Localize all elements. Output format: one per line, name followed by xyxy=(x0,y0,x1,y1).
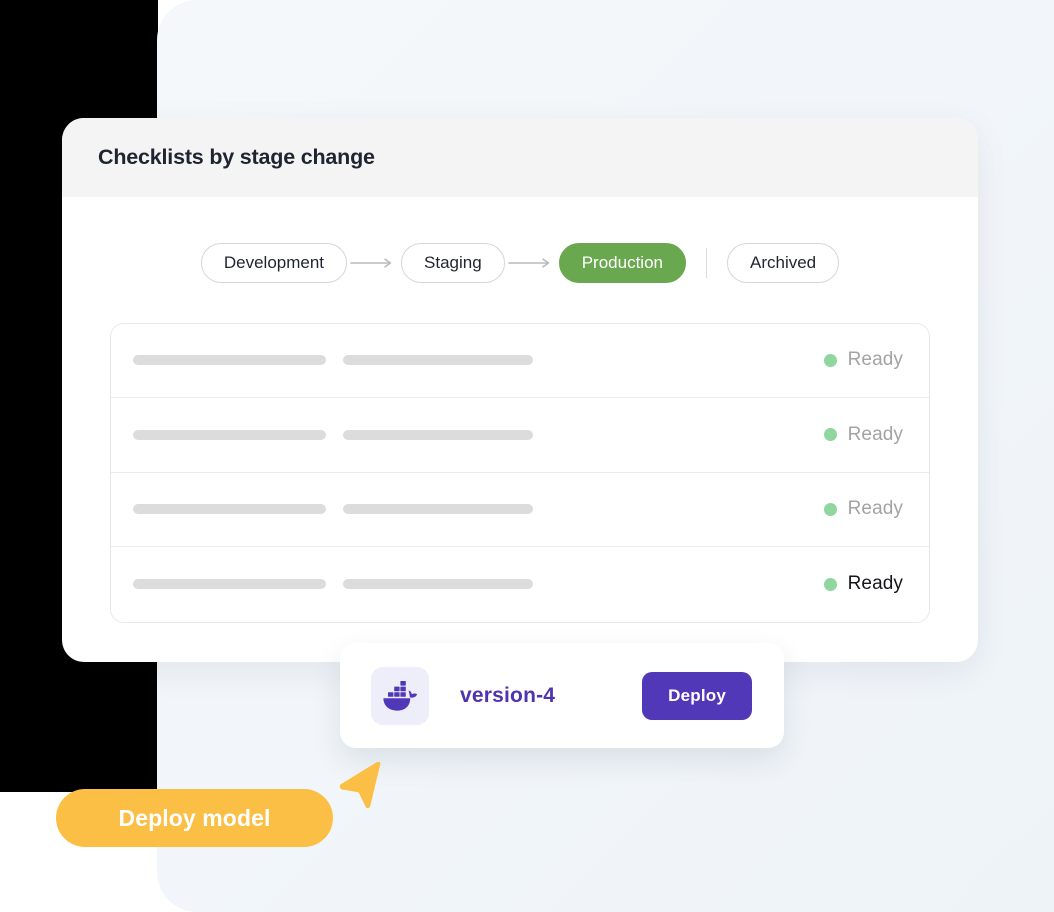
status-badge: Ready xyxy=(823,573,903,595)
status-dot-icon xyxy=(823,577,837,591)
status-badge: Ready xyxy=(823,423,903,446)
arrow-right-icon xyxy=(507,258,550,268)
arrow-right-icon xyxy=(350,258,392,268)
skeleton-bar xyxy=(343,355,533,366)
status-dot-icon xyxy=(823,428,837,442)
deploy-model-callout[interactable]: Deploy model xyxy=(56,789,333,847)
skeleton-bar xyxy=(343,579,533,590)
table-row[interactable]: Ready xyxy=(111,547,929,622)
row-placeholder-content xyxy=(133,429,824,440)
deploy-card: version-4 Deploy xyxy=(340,643,784,748)
row-placeholder-content xyxy=(133,355,824,366)
status-label: Ready xyxy=(847,423,903,445)
stage-pill-staging[interactable]: Staging xyxy=(401,243,505,283)
skeleton-bar xyxy=(133,355,326,366)
card-header: Checklists by stage change xyxy=(62,118,978,197)
table-row[interactable]: Ready xyxy=(111,472,929,548)
status-label: Ready xyxy=(847,498,903,520)
stage-pill-production[interactable]: Production xyxy=(558,243,686,283)
stage-selector: Development Staging Production Archived xyxy=(62,243,978,283)
checklist-table: Ready Ready Ready Ready xyxy=(110,322,930,623)
callout-label: Deploy model xyxy=(118,804,271,831)
card-body: Development Staging Production Archived xyxy=(62,243,978,623)
skeleton-bar xyxy=(133,429,326,440)
version-label: version-4 xyxy=(460,683,556,707)
row-placeholder-content xyxy=(133,579,824,590)
skeleton-bar xyxy=(133,579,326,590)
table-row[interactable]: Ready xyxy=(111,323,929,399)
status-badge: Ready xyxy=(823,498,903,520)
stage-divider xyxy=(705,247,707,278)
stage-pill-development[interactable]: Development xyxy=(200,243,348,283)
row-placeholder-content xyxy=(133,504,824,515)
docker-whale-icon xyxy=(383,680,418,711)
deploy-button[interactable]: Deploy xyxy=(642,671,752,720)
status-dot-icon xyxy=(823,353,837,367)
cursor-arrow-icon xyxy=(339,762,381,809)
status-badge: Ready xyxy=(823,349,903,371)
skeleton-bar xyxy=(133,504,326,515)
table-row[interactable]: Ready xyxy=(111,398,929,473)
status-dot-icon xyxy=(823,502,837,516)
page-title: Checklists by stage change xyxy=(98,145,375,169)
stage-pill-archived[interactable]: Archived xyxy=(726,243,840,283)
status-label: Ready xyxy=(847,349,903,371)
skeleton-bar xyxy=(343,429,533,440)
docker-icon-tile xyxy=(371,666,429,725)
checklists-card: Checklists by stage change Development S… xyxy=(62,118,978,662)
skeleton-bar xyxy=(343,504,533,515)
status-label: Ready xyxy=(847,573,903,595)
